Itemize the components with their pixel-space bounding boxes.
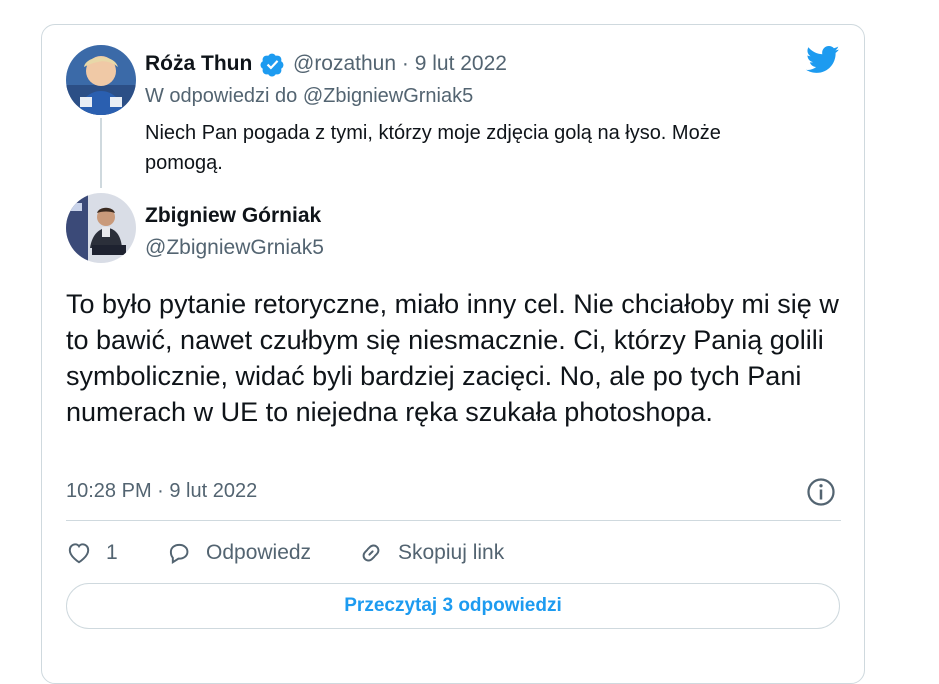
main-tweet-text: To było pytanie retoryczne, miało inny c… (66, 289, 839, 427)
read-replies-label: Przeczytaj 3 odpowiedzi (344, 595, 562, 616)
reply-button[interactable]: Odpowiedz (166, 537, 311, 569)
read-replies-button[interactable]: Przeczytaj 3 odpowiedzi (66, 583, 840, 629)
reply-context[interactable]: W odpowiedzi do @ZbigniewGrniak5 (145, 85, 473, 108)
reply-bubble-icon (169, 543, 189, 564)
twitter-bird-icon[interactable] (806, 46, 840, 74)
avatar-zbigniew-gorniak[interactable] (66, 193, 136, 263)
like-count: 1 (106, 541, 118, 564)
copy-link-button[interactable]: Skopiuj link (358, 537, 504, 569)
reply-handle[interactable]: @rozathun (293, 52, 396, 75)
reply-tweet-text: Niech Pan pogada z tymi, którzy moje zdj… (145, 122, 721, 174)
verified-badge-icon (260, 53, 284, 77)
main-handle[interactable]: @ZbigniewGrniak5 (145, 236, 324, 260)
main-display-name[interactable]: Zbigniew Górniak (145, 204, 321, 228)
reply-label: Odpowiedz (206, 541, 312, 564)
reply-display-name[interactable]: Róża Thun (145, 52, 252, 76)
like-button[interactable]: 1 (66, 537, 118, 569)
copy-link-label: Skopiuj link (398, 541, 505, 564)
thread-connector-line (100, 118, 102, 188)
separator-dot: · (396, 52, 415, 75)
heart-icon (68, 543, 90, 564)
actions-divider (66, 520, 841, 521)
info-icon[interactable] (806, 477, 836, 507)
reply-date[interactable]: 9 lut 2022 (415, 52, 507, 75)
reply-handle-date: @rozathun · 9 lut 2022 (293, 52, 507, 76)
link-icon (362, 544, 380, 562)
tweet-timestamp[interactable]: 10:28 PM · 9 lut 2022 (66, 480, 257, 503)
avatar-roza-thun[interactable] (66, 45, 136, 115)
